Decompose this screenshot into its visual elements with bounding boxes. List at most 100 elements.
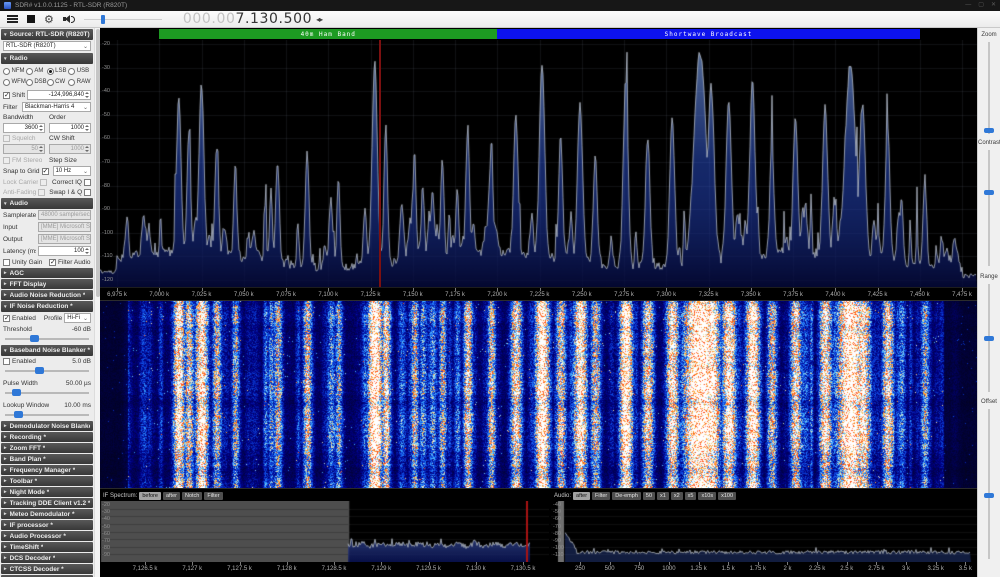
audio-button-x10s[interactable]: x10s [698,491,717,500]
frequency-display[interactable]: 000.00 7.130.500 [183,10,322,28]
anti-fading-checkbox[interactable] [38,188,46,196]
speaker-icon[interactable] [62,14,75,24]
panel-frequency-manager[interactable]: Frequency Manager * [1,465,93,475]
panel-radio[interactable]: Radio [1,53,93,64]
minimize-button[interactable] [965,0,971,11]
gear-icon[interactable] [44,10,54,28]
bbnb-lookup-window-slider[interactable] [5,410,89,419]
slider-thumb[interactable] [11,388,21,396]
mode-option-usb[interactable]: USB [68,66,91,76]
slider-thumb[interactable] [14,410,24,418]
bandwidth-input[interactable]: 3600 [3,123,45,133]
if-button-notch[interactable]: Notch [181,491,203,500]
panel-toolbar[interactable]: Toolbar * [1,476,93,486]
panel-zoom-fft[interactable]: Zoom FFT * [1,443,93,453]
spinner-icon[interactable] [85,125,89,131]
lock-carrier-checkbox[interactable] [40,178,48,186]
bbnb-level-slider[interactable] [5,366,89,375]
spinner-icon[interactable] [39,125,43,131]
spectrum-display[interactable]: -20 -30 -40 -50 -60 -70 -80 -90 -100 -110 -120 [100,40,977,287]
if-button-before[interactable]: before [139,491,161,500]
snap-to-grid-checkbox[interactable] [41,167,49,175]
frequency-step-arrows-icon[interactable] [312,10,322,28]
mode-option-nfm[interactable]: NFM [3,66,26,76]
ifnr-threshold-slider[interactable] [5,334,89,343]
squelch-input[interactable]: 50 [3,144,45,154]
audio-button-after[interactable]: after [573,491,591,500]
panel-night-mode[interactable]: Night Mode * [1,487,93,497]
mode-option-raw[interactable]: RAW [68,77,91,87]
mode-option-dsb[interactable]: DSB [25,77,47,87]
mode-option-am[interactable]: AM [25,66,47,76]
swap-iq-checkbox[interactable] [84,188,92,196]
audio-spectrum-canvas[interactable] [551,501,977,562]
tuning-line[interactable] [378,40,381,287]
audio-button-x100[interactable]: x100 [718,491,737,500]
audio-button-filter[interactable]: Filter [592,491,611,500]
shift-input[interactable]: -124,996,840 [27,90,91,100]
maximize-button[interactable] [978,0,984,11]
mode-option-wfm[interactable]: WFM [3,77,26,87]
panel-meteo-demodulator[interactable]: Meteo Demodulator * [1,509,93,519]
zoom-slider-thumb[interactable] [984,128,994,133]
slider-thumb[interactable] [30,334,40,342]
waterfall-display[interactable] [100,300,977,488]
zoom-slider[interactable] [988,42,990,134]
panel-audio-noise-reduction[interactable]: Audio Noise Reduction * [1,290,93,300]
panel-tracking-dde-client-v1-2[interactable]: Tracking DDE Client v1.2 * [1,498,93,508]
bbnb-pulse-width-slider[interactable] [5,388,89,397]
panel-demodulator-noise-blanker[interactable]: Demodulator Noise Blanker * [1,421,93,431]
spinner-icon[interactable] [85,146,89,152]
filter-select[interactable]: Blackman-Harris 4 [22,102,91,112]
if-spectrum-plot[interactable]: -20 -30 -40 -50 -60 -70 -80 -90 [100,501,549,562]
panel-band-plan[interactable]: Band Plan * [1,454,93,464]
contrast-slider[interactable] [988,150,990,266]
mode-option-lsb[interactable]: LSB [46,66,69,76]
contrast-slider-thumb[interactable] [984,190,994,195]
filter-audio-checkbox[interactable] [49,258,56,266]
spinner-icon[interactable] [39,146,43,152]
shift-checkbox[interactable] [3,91,10,99]
panel-audio[interactable]: Audio [1,198,93,209]
panel-source[interactable]: Source: RTL-SDR (R820T) [1,29,93,40]
audio-output-select[interactable]: [MME] Microsoft Soun [38,234,91,244]
offset-slider[interactable] [988,409,990,559]
ifnr-enabled-checkbox[interactable] [3,314,10,322]
volume-slider[interactable] [83,14,162,25]
panel-recording[interactable]: Recording * [1,432,93,442]
correct-iq-checkbox[interactable] [84,178,91,186]
range-slider-thumb[interactable] [984,336,994,341]
audio-button-x5[interactable]: x5 [684,491,697,500]
volume-thumb[interactable] [101,14,106,24]
panel-agc[interactable]: AGC [1,268,93,278]
panel-baseband-noise-blanker[interactable]: Baseband Noise Blanker * [1,345,93,356]
spinner-icon[interactable] [85,248,89,254]
audio-input-select[interactable]: [MME] Microsoft Soun [38,222,91,232]
latency-input[interactable]: 100 [38,246,91,256]
if-button-after[interactable]: after [162,491,180,500]
squelch-checkbox[interactable] [3,135,10,142]
panel-if-processor[interactable]: IF processor * [1,520,93,530]
ifnr-profile-select[interactable]: Hi-Fi [64,313,91,323]
audio-button-x2[interactable]: x2 [670,491,683,500]
audio-button-de-emph[interactable]: De-emph [612,491,641,500]
slider-thumb[interactable] [35,366,45,374]
panel-fft-display[interactable]: FFT Display [1,279,93,289]
if-button-filter[interactable]: Filter [204,491,223,500]
stop-icon[interactable] [27,15,35,23]
panel-ctcss-decoder[interactable]: CTCSS Decoder * [1,564,93,574]
waterfall-canvas[interactable] [100,301,977,488]
unity-gain-checkbox[interactable] [3,258,10,266]
panel-audio-processor[interactable]: Audio Processor * [1,531,93,541]
order-input[interactable]: 1000 [49,123,91,133]
fm-stereo-checkbox[interactable] [3,156,10,164]
spinner-icon[interactable] [85,92,89,98]
panel-if-noise-reduction[interactable]: IF Noise Reduction * [1,301,93,312]
samplerate-select[interactable]: 48000 sample/sec [38,210,91,220]
source-device-select[interactable]: RTL-SDR (R820T) [3,41,91,51]
step-size-select[interactable]: 10 Hz [52,166,91,176]
mode-option-cw[interactable]: CW [46,77,69,87]
spectrum-canvas[interactable] [100,40,977,287]
close-button[interactable] [991,0,996,11]
menu-icon[interactable] [7,15,18,23]
